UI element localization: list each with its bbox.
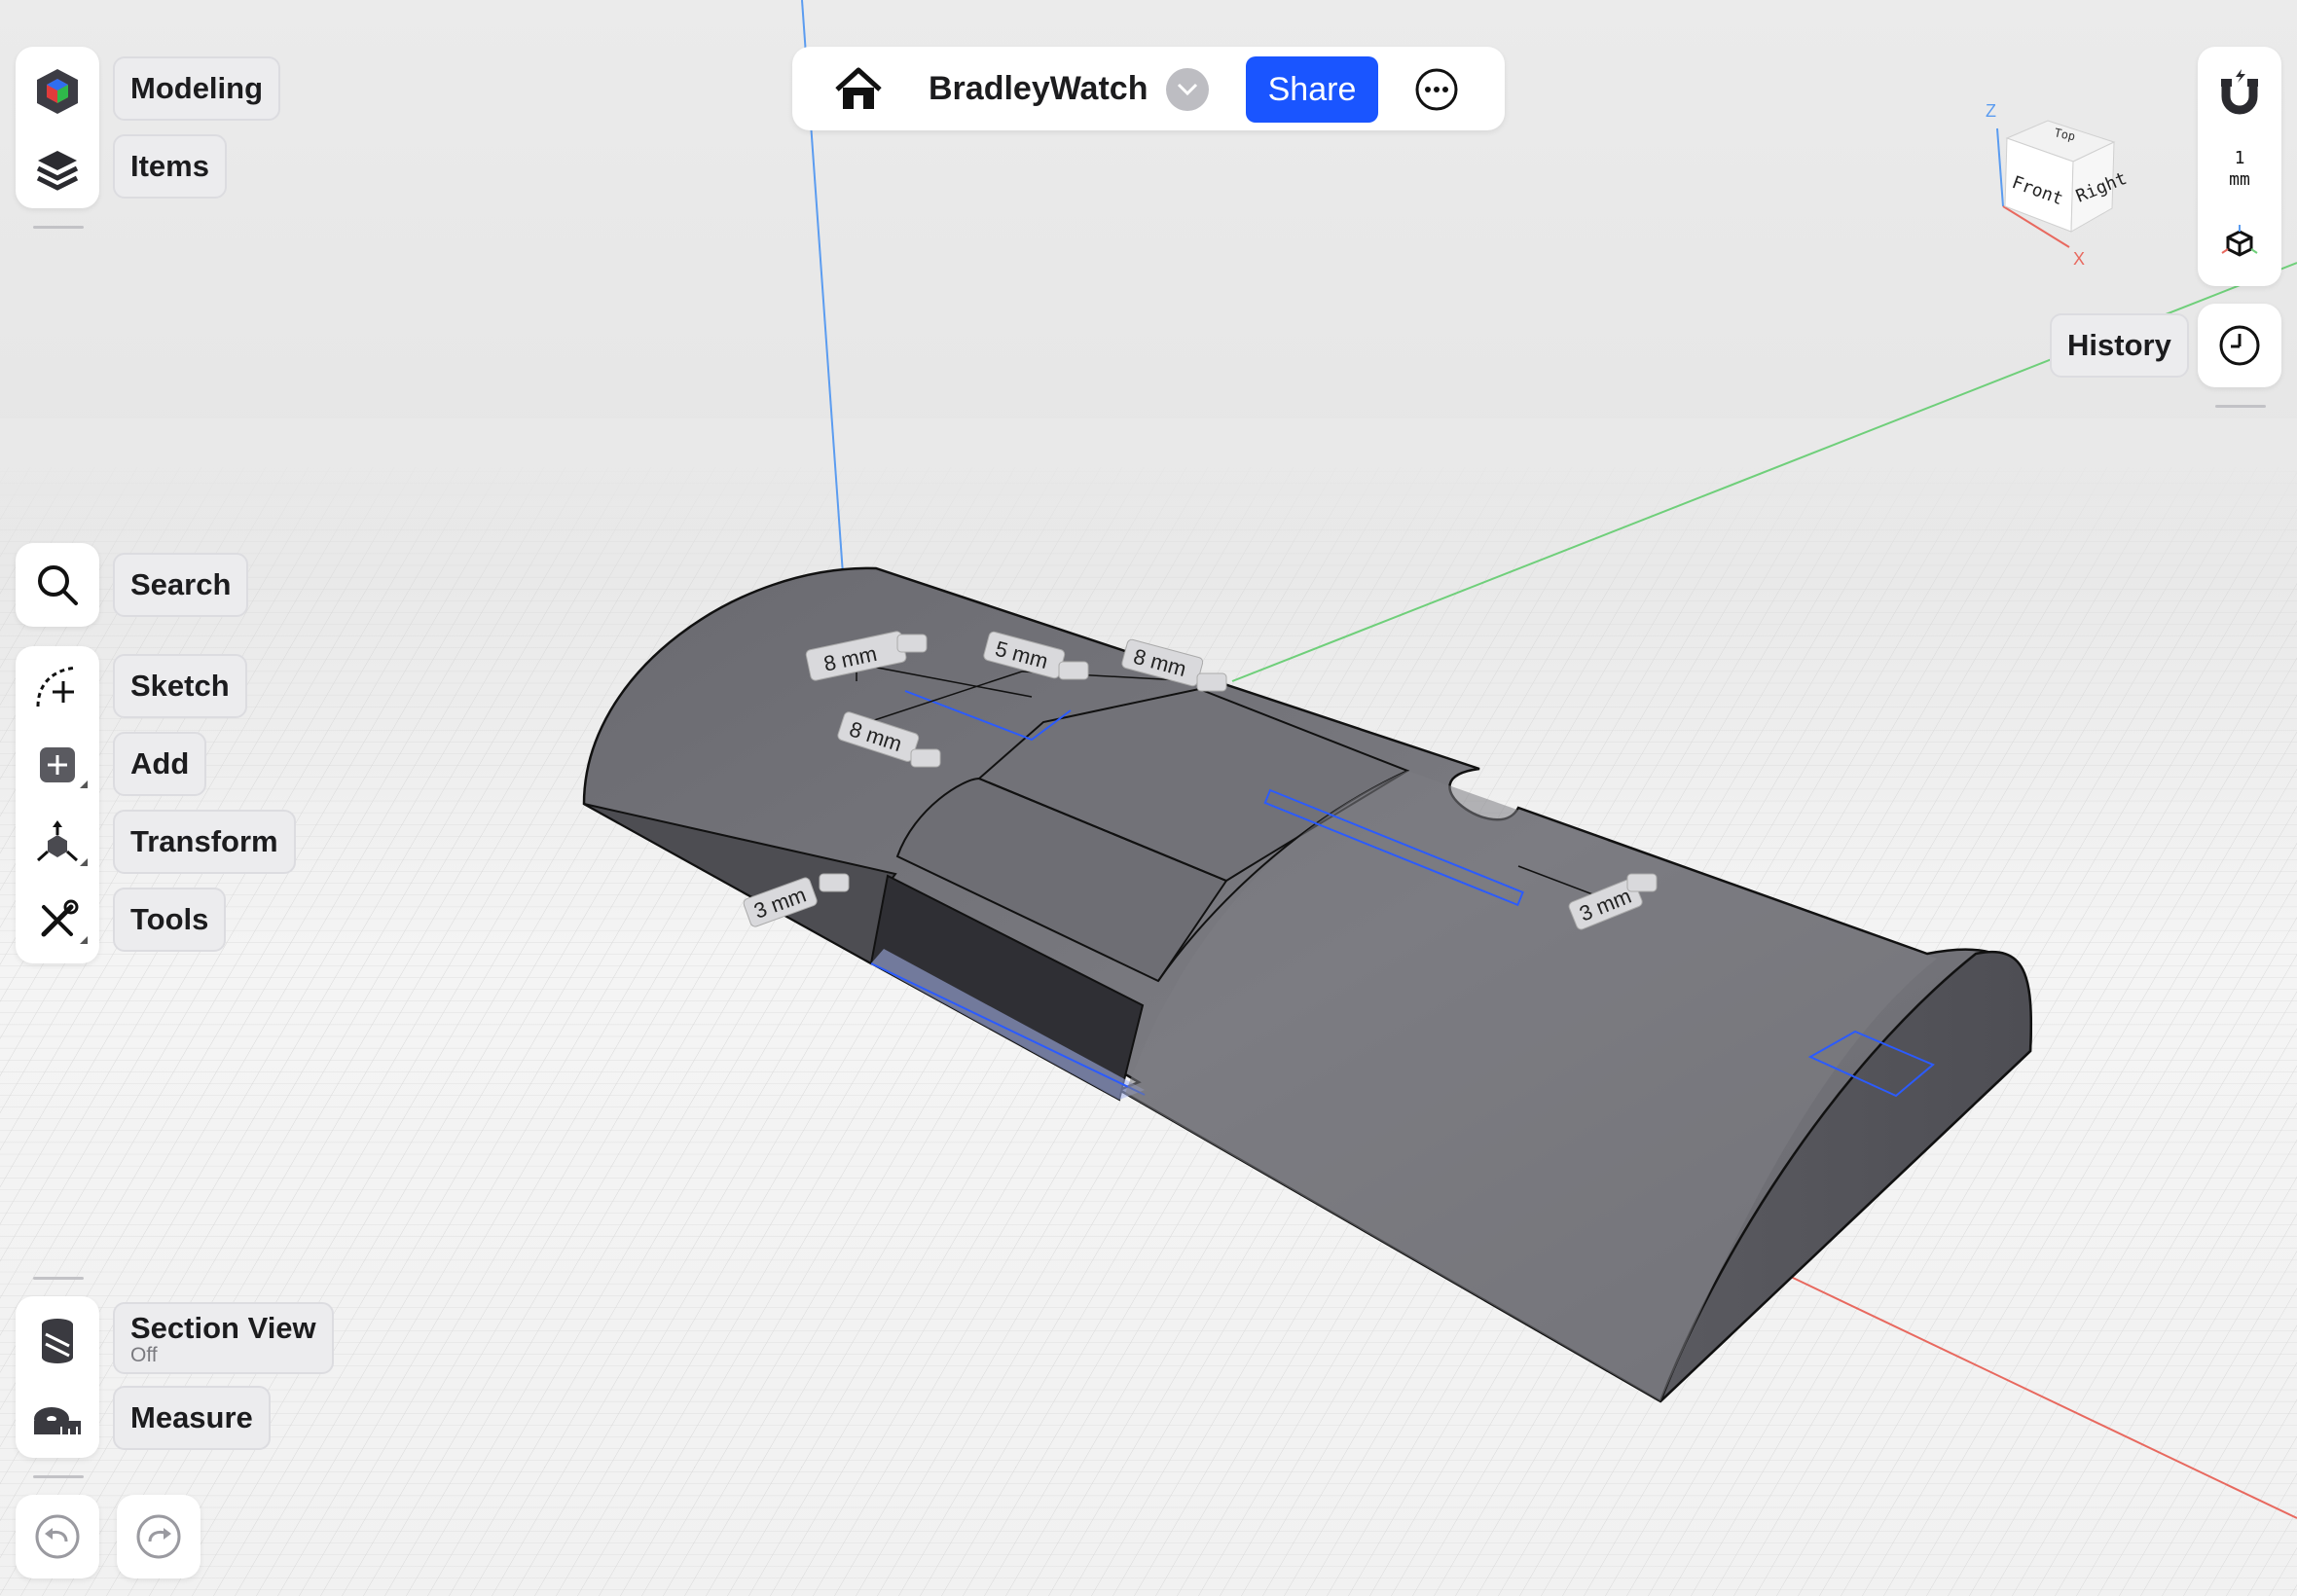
lock-icon[interactable] (819, 873, 850, 892)
axis-z-label: Z (1986, 101, 1996, 121)
cube-icon (37, 69, 78, 114)
modeling-label[interactable]: Modeling (113, 56, 281, 121)
search-button[interactable] (16, 556, 99, 614)
transform-icon (36, 820, 79, 862)
section-view-button[interactable] (16, 1312, 99, 1370)
lock-icon[interactable] (910, 748, 941, 768)
undo-icon (35, 1514, 80, 1559)
measure-label[interactable]: Measure (113, 1386, 271, 1450)
add-button[interactable] (16, 736, 99, 794)
measure-button[interactable] (16, 1394, 99, 1452)
items-label[interactable]: Items (113, 134, 227, 199)
divider (33, 1475, 84, 1478)
grid-size-button[interactable]: 1 mm (2198, 140, 2281, 199)
modeling-viewport[interactable]: 8 mm 5 mm 8 mm 8 mm 3 mm 3 mm (0, 0, 2297, 1596)
settings-panel: 1 mm (2198, 47, 2281, 286)
search-label[interactable]: Search (113, 553, 249, 617)
transform-label[interactable]: Transform (113, 810, 296, 874)
layers-icon (36, 151, 79, 191)
history-label[interactable]: History (2050, 313, 2189, 378)
sketch-icon (36, 666, 78, 707)
view-settings-button[interactable] (2198, 214, 2281, 272)
home-icon (835, 67, 882, 109)
search-icon (38, 565, 78, 605)
sketch-button[interactable] (16, 658, 99, 716)
redo-button[interactable] (117, 1495, 201, 1578)
document-toolbar: BradleyWatch Share (792, 47, 1505, 130)
tools-label[interactable]: Tools (113, 888, 227, 952)
axis-x-label: X (2073, 249, 2085, 269)
tools-button[interactable] (16, 891, 99, 950)
grid-size-unit: mm (2229, 169, 2250, 190)
undo-button[interactable] (16, 1495, 99, 1578)
more-icon (1415, 68, 1458, 111)
view-cube-icon (2221, 225, 2258, 257)
inspect-panel (16, 1296, 99, 1458)
add-label[interactable]: Add (113, 732, 207, 796)
document-menu-button[interactable] (1166, 68, 1209, 111)
sketch-label[interactable]: Sketch (113, 654, 247, 718)
snapping-button[interactable] (2198, 62, 2281, 121)
tools-panel (16, 646, 99, 963)
section-view-label[interactable]: Section View Off (113, 1302, 334, 1374)
clock-icon (2219, 325, 2260, 366)
section-view-title: Section View (130, 1311, 316, 1345)
modeling-mode-button[interactable] (16, 62, 99, 121)
grid-size-value: 1 (2234, 148, 2245, 168)
magnet-icon (2221, 69, 2258, 115)
add-icon (40, 747, 75, 782)
items-button[interactable] (16, 140, 99, 199)
document-title[interactable]: BradleyWatch (929, 47, 1148, 130)
view-cube[interactable]: Top Front Right Z X (1976, 97, 2132, 272)
section-view-icon (42, 1319, 73, 1363)
section-view-status: Off (130, 1344, 158, 1366)
more-options-button[interactable] (1413, 66, 1460, 113)
submenu-indicator (80, 780, 88, 788)
divider (2215, 405, 2266, 408)
history-button[interactable] (2198, 304, 2281, 387)
submenu-indicator (80, 858, 88, 866)
divider (33, 1277, 84, 1280)
tape-measure-icon (34, 1407, 81, 1434)
search-panel (16, 543, 99, 627)
wrench-icon (41, 899, 79, 937)
redo-icon (136, 1514, 181, 1559)
lock-icon[interactable] (1196, 672, 1227, 692)
divider (33, 226, 84, 229)
lock-icon[interactable] (1058, 661, 1089, 680)
chevron-down-icon (1177, 83, 1198, 96)
home-button[interactable] (831, 64, 886, 115)
lock-icon[interactable] (1626, 873, 1658, 892)
submenu-indicator (80, 936, 88, 944)
lock-icon[interactable] (896, 634, 928, 653)
mode-panel (16, 47, 99, 208)
share-button[interactable]: Share (1246, 56, 1378, 123)
transform-button[interactable] (16, 814, 99, 872)
